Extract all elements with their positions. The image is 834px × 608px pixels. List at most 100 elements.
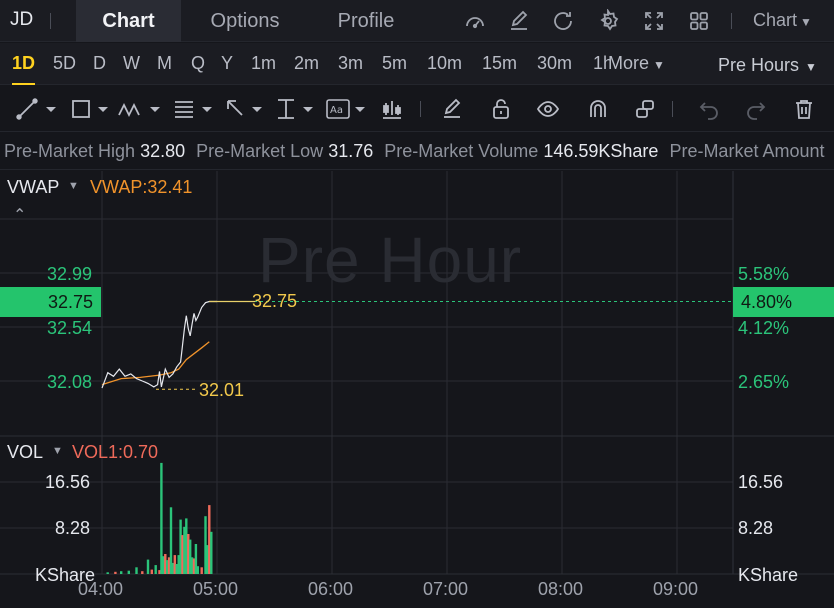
timeframe-5d[interactable]: 5D <box>53 53 76 74</box>
premarket-amount-label: Pre-Market Amount <box>669 141 825 161</box>
premarket-high-label: Pre-Market High <box>4 141 136 161</box>
vwap-value: VWAP:32.41 <box>90 177 193 197</box>
clone-icon[interactable] <box>633 97 657 121</box>
fib-tool-icon[interactable] <box>172 97 216 121</box>
svg-text:Aa: Aa <box>330 105 343 116</box>
candles-tool-icon[interactable] <box>380 97 404 121</box>
divider <box>50 13 51 29</box>
timeframe-10m[interactable]: 10m <box>427 53 462 74</box>
time-axis-label: 04:00 <box>78 579 124 599</box>
delete-icon[interactable] <box>792 97 816 121</box>
measure-tool-icon[interactable] <box>275 97 317 121</box>
timeframe-w[interactable]: W <box>123 53 140 74</box>
eye-icon[interactable] <box>536 97 560 121</box>
premarket-volume-label: Pre-Market Volume <box>384 141 539 161</box>
settings-icon[interactable] <box>596 8 620 33</box>
volume-tick-left: 16.56 <box>45 472 91 492</box>
low-price-label: 32.01 <box>199 380 245 400</box>
timeframe-15m[interactable]: 15m <box>482 53 517 74</box>
volume-bar <box>135 567 138 574</box>
chart-type-menu[interactable]: Chart ▼ <box>753 10 812 31</box>
volume-tick-left: 8.28 <box>55 518 91 538</box>
redo-icon[interactable] <box>744 97 768 121</box>
volume-tick-right: KShare <box>738 565 799 585</box>
caret-down-icon: ▼ <box>800 15 812 29</box>
volume-tick-right: 8.28 <box>738 518 774 538</box>
time-axis-label: 08:00 <box>538 579 584 599</box>
time-axis-label: 07:00 <box>423 579 469 599</box>
caret-down-icon[interactable]: ▼ <box>68 180 79 192</box>
volume-bar <box>146 559 150 574</box>
price-tick-left: 32.54 <box>47 318 93 338</box>
tab-options[interactable]: Options <box>190 0 300 42</box>
top-bar: JD Chart Options Profile Chart ▼ <box>0 0 834 42</box>
timeframe-bar: 1D 5D D W M Q Y 1m 2m 3m 5m 10m 15m 30m … <box>0 43 834 85</box>
more-timeframes-menu[interactable]: More ▼ <box>608 53 665 74</box>
timeframe-1m[interactable]: 1m <box>251 53 276 74</box>
timeframe-y[interactable]: Y <box>221 53 233 74</box>
collapse-chevron-icon[interactable]: ⌃ <box>13 205 26 225</box>
premarket-low-value: 31.76 <box>328 141 374 161</box>
time-axis-label: 09:00 <box>653 579 699 599</box>
gauge-icon[interactable] <box>463 9 487 33</box>
timeframe-1d[interactable]: 1D <box>12 53 36 85</box>
premarket-stats-ticker: Pre-Market High 32.80 Pre-Market Low 31.… <box>0 132 834 170</box>
timeframe-d[interactable]: D <box>93 53 106 74</box>
arrow-tool-icon[interactable] <box>224 97 266 121</box>
caret-down-icon[interactable]: ▼ <box>52 445 63 457</box>
divider <box>731 13 732 29</box>
text-tool-icon[interactable]: Aa <box>325 97 369 121</box>
tab-profile[interactable]: Profile <box>318 0 414 42</box>
divider <box>420 101 421 117</box>
price-indicator-name[interactable]: VWAP <box>7 177 59 198</box>
timeframe-2m[interactable]: 2m <box>294 53 319 74</box>
symbol-label: JD <box>10 9 34 30</box>
brush-icon[interactable] <box>440 97 464 121</box>
volume-tick-right: 16.56 <box>738 472 784 492</box>
current-percent-tag: 4.80% <box>733 287 834 317</box>
percent-tick-right: 2.65% <box>738 372 790 392</box>
timeframe-m[interactable]: M <box>157 53 172 74</box>
percent-tick-right: 5.58% <box>738 264 790 284</box>
volume-bar <box>141 571 144 574</box>
layout-grid-icon[interactable] <box>687 9 711 33</box>
more-label: More <box>608 53 650 73</box>
time-axis-label: 06:00 <box>308 579 354 599</box>
current-price-tag: 32.75 <box>0 287 101 317</box>
volume-bar <box>127 570 130 574</box>
timeframe-5m[interactable]: 5m <box>382 53 407 74</box>
volume-indicator-value: VOL1:0.70 <box>72 442 159 462</box>
chart-type-label: Chart <box>753 10 798 30</box>
refresh-icon[interactable] <box>551 9 575 33</box>
time-axis-label: 05:00 <box>193 579 239 599</box>
undo-icon[interactable] <box>697 97 721 121</box>
timeframe-30m[interactable]: 30m <box>537 53 572 74</box>
rectangle-tool-icon[interactable] <box>70 97 112 121</box>
premarket-low-label: Pre-Market Low <box>196 141 324 161</box>
lock-icon[interactable] <box>489 97 513 121</box>
chart-area[interactable]: Pre Hour VWAP ▼ VWAP:32.41 ⌃ 32.99 32.54… <box>0 171 834 608</box>
trendline-tool-icon[interactable] <box>16 97 58 121</box>
volume-bar <box>150 569 153 574</box>
magnet-icon[interactable] <box>586 97 610 121</box>
premarket-volume-value: 146.59KShare <box>543 141 659 161</box>
drawing-toolbar: Aa <box>0 86 834 132</box>
timeframe-3m[interactable]: 3m <box>338 53 363 74</box>
percent-tick-right: 4.12% <box>738 318 790 338</box>
volume-bar <box>196 566 199 574</box>
volume-bar <box>210 531 213 574</box>
last-price-label: 32.75 <box>252 291 298 311</box>
caret-down-icon: ▼ <box>805 60 817 74</box>
volume-bar <box>200 567 203 574</box>
vwap-line <box>101 341 210 386</box>
timeframe-q[interactable]: Q <box>191 53 205 74</box>
fullscreen-icon[interactable] <box>642 9 666 33</box>
price-tick-left: 32.08 <box>47 372 93 392</box>
tab-chart[interactable]: Chart <box>76 0 181 42</box>
edit-icon[interactable] <box>507 9 531 33</box>
volume-bar <box>120 571 123 574</box>
pattern-tool-icon[interactable] <box>117 97 163 121</box>
divider <box>672 101 673 117</box>
volume-indicator-name[interactable]: VOL <box>7 442 43 463</box>
session-dropdown[interactable]: Pre Hours ▼ <box>718 55 817 76</box>
